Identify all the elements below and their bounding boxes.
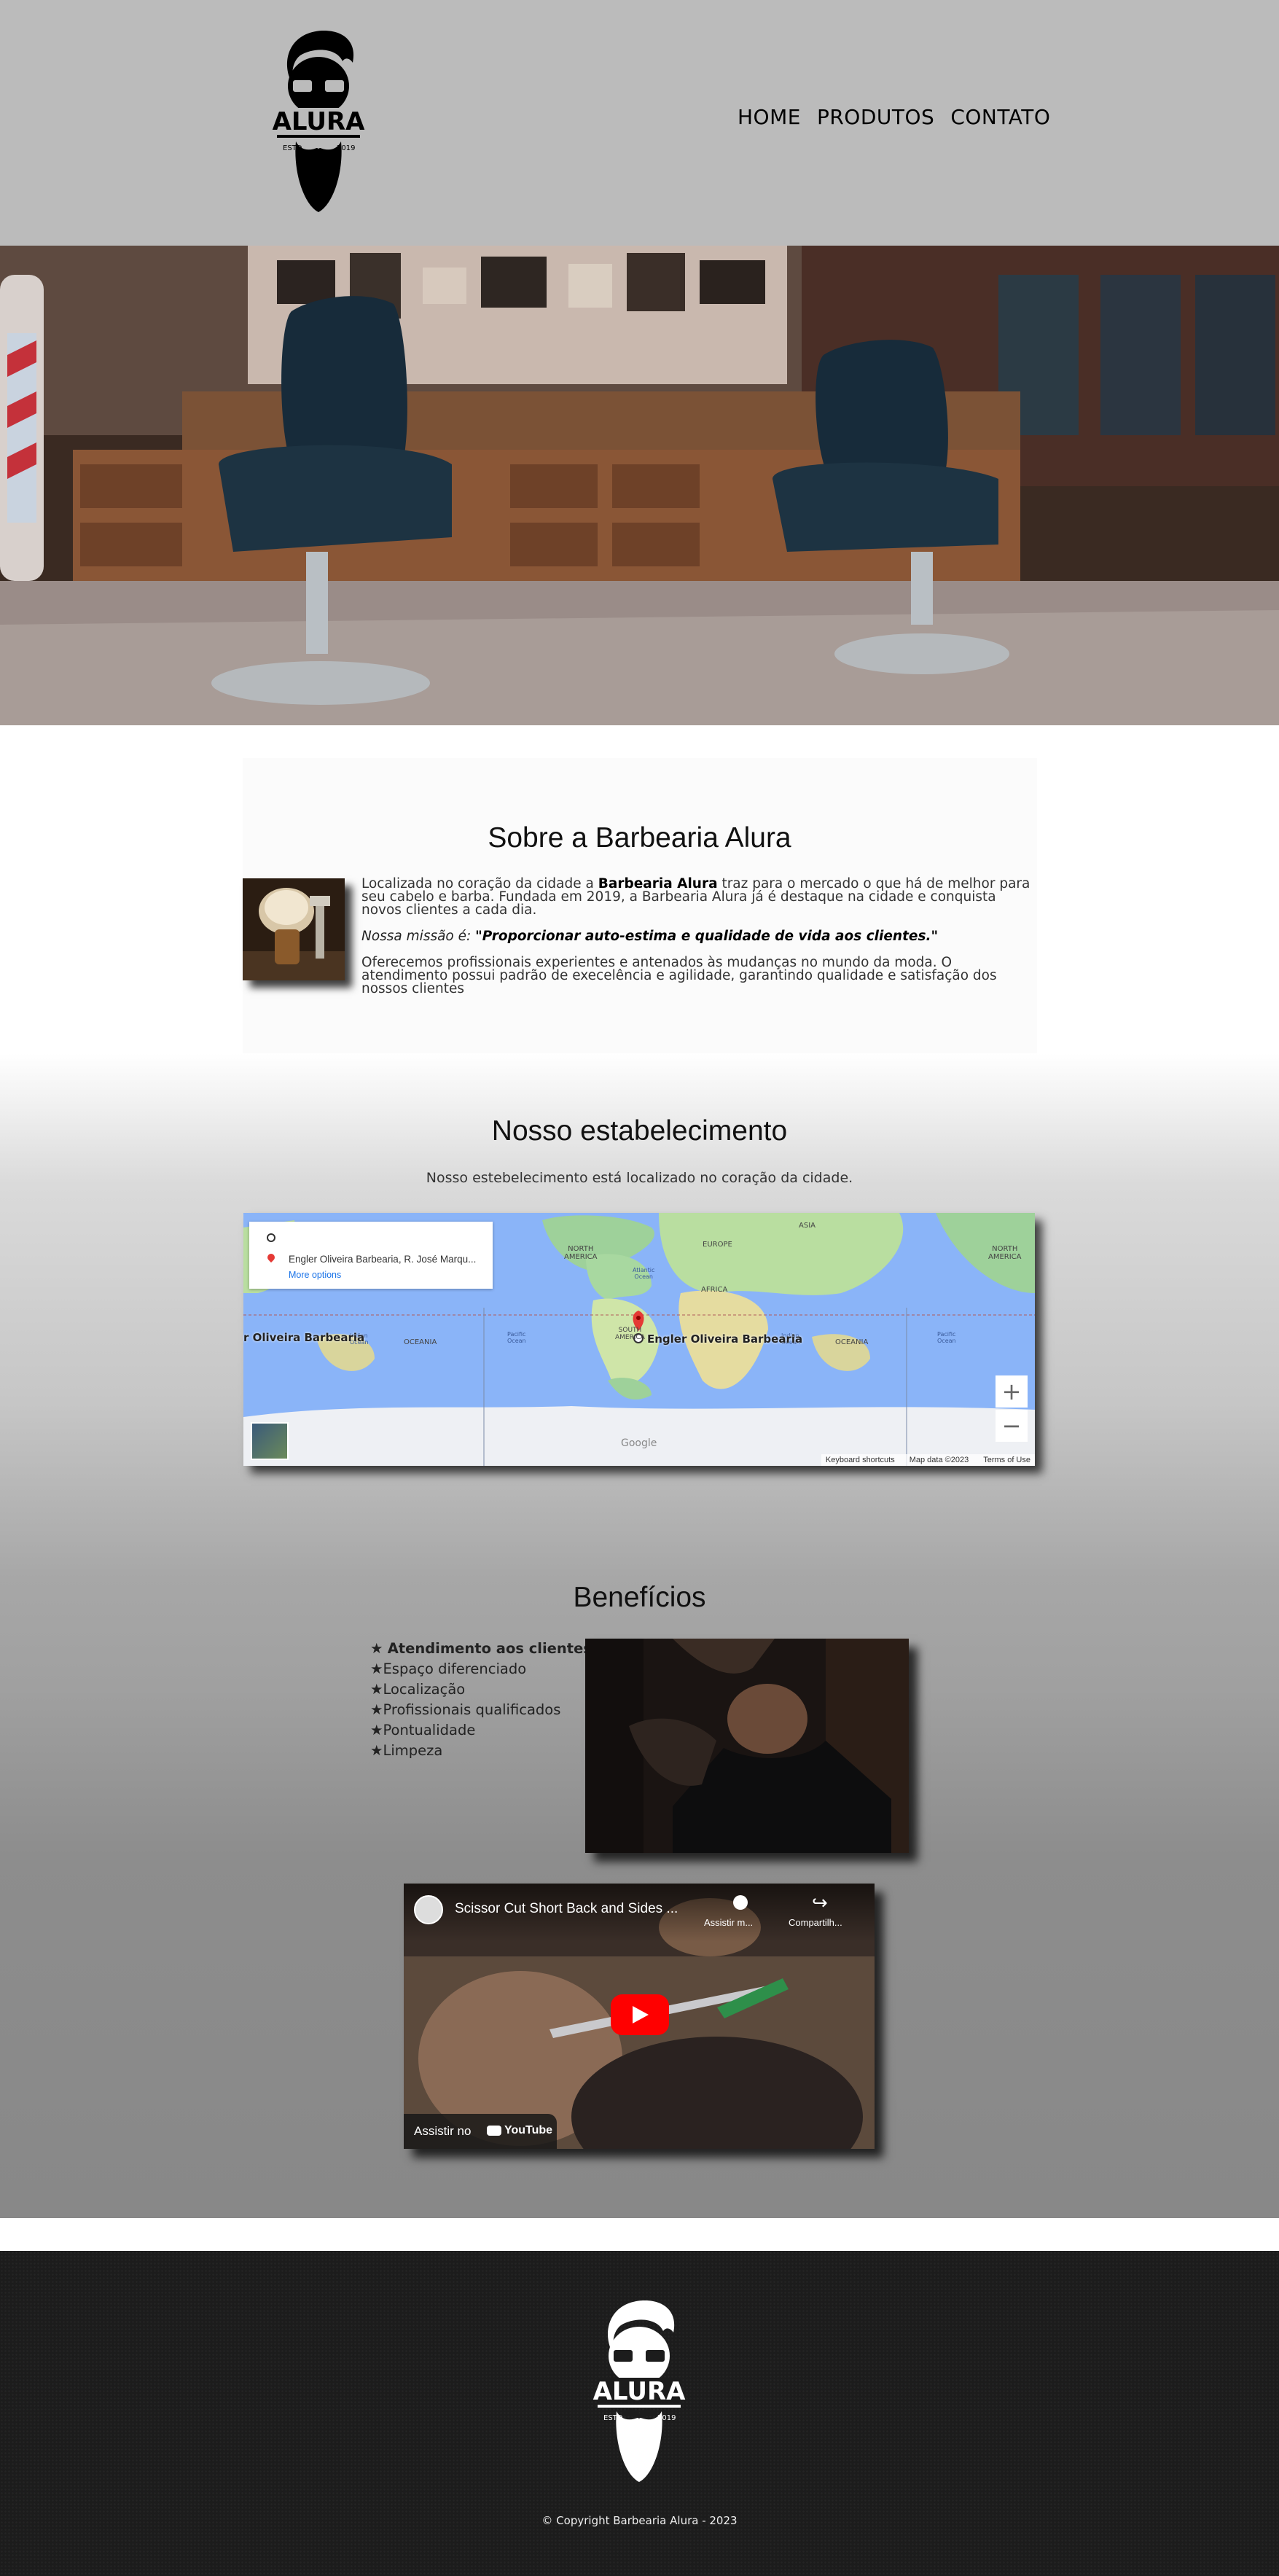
google-logo: Google xyxy=(621,1437,657,1449)
footer-copyright: © Copyright Barbearia Alura - 2023 xyxy=(541,2514,738,2527)
section-divider xyxy=(0,2218,1279,2251)
site-footer: ALURA ESTD 2019 xyxy=(0,2251,1279,2576)
play-button[interactable] xyxy=(611,1994,669,2035)
map-place-card: Engler Oliveira Barbearia, R. José Marqu… xyxy=(249,1222,493,1289)
channel-avatar[interactable] xyxy=(414,1895,443,1924)
map-label-oceania: OCEANIA xyxy=(404,1338,437,1346)
zoom-out-button[interactable]: − xyxy=(996,1410,1028,1442)
logo-brand-text: ALURA xyxy=(273,107,366,136)
map-data-text: Map data ©2023 xyxy=(909,1456,969,1464)
about-paragraph-3: Oferecemos profissionais experientes e a… xyxy=(361,955,997,996)
map-place-name: Engler Oliveira Barbearia, R. José Marqu… xyxy=(289,1254,477,1265)
star-icon: ★ xyxy=(370,1640,383,1657)
alura-logo[interactable]: ALURA ESTD 2019 xyxy=(264,26,373,216)
svg-text:ALURA: ALURA xyxy=(593,2377,687,2406)
list-item: ★Limpeza xyxy=(370,1742,443,1759)
youtube-wordmark: YouTube xyxy=(504,2124,553,2136)
about-paragraph-1: Localizada no coração da cidade a Barbea… xyxy=(361,876,1030,918)
benefits-list: ★ Atendimento aos clientes ★Espaço difer… xyxy=(370,1639,592,1761)
map-label-north-america: NORTH AMERICA xyxy=(564,1245,598,1261)
map-label-oceania-2: OCEANIA xyxy=(835,1338,869,1346)
map-label-south-america: SOUTH AMERICA xyxy=(615,1327,645,1341)
map-attribution-bar: Keyboard shortcuts Map data ©2023 Terms … xyxy=(821,1454,1035,1466)
hero-barbershop-image xyxy=(0,246,1279,725)
map-label-atlantic: Atlantic Ocean xyxy=(633,1267,655,1280)
map-more-options-link[interactable]: More options xyxy=(289,1270,341,1280)
establishment-subtitle: Nosso estebelecimento está localizado no… xyxy=(426,1170,853,1186)
nav-produtos[interactable]: PRODUTOS xyxy=(817,105,934,129)
clock-icon[interactable] xyxy=(733,1895,748,1910)
benefits-title: Benefícios xyxy=(573,1582,706,1613)
zoom-in-button[interactable]: + xyxy=(996,1375,1028,1408)
nav-contato[interactable]: CONTATO xyxy=(950,105,1050,129)
alura-logo-footer[interactable]: ALURA ESTD 2019 xyxy=(584,2296,694,2486)
about-title: Sobre a Barbearia Alura xyxy=(488,822,791,854)
map-satellite-toggle[interactable] xyxy=(251,1422,289,1460)
list-item: ★ Atendimento aos clientes xyxy=(370,1640,592,1657)
establishment-title: Nosso estabelecimento xyxy=(491,1115,788,1147)
site-header: ALURA ESTD 2019 HOME PRODUTOS CONTATO xyxy=(0,0,1279,246)
play-icon xyxy=(633,2006,649,2023)
map-label-pacific: Pacific Ocean xyxy=(507,1331,526,1344)
shaving-brush-image xyxy=(243,878,345,980)
star-icon: ★ xyxy=(370,1660,383,1677)
google-map[interactable]: NORTH AMERICA NORTH AMERICA EUROPE ASIA … xyxy=(243,1213,1035,1466)
terms-of-use-link[interactable]: Terms of Use xyxy=(983,1456,1030,1464)
youtube-video-embed[interactable]: Scissor Cut Short Back and Sides ... Ass… xyxy=(404,1884,875,2149)
star-icon: ★ xyxy=(370,1701,383,1718)
main-nav: HOME PRODUTOS CONTATO xyxy=(738,105,1050,129)
map-label-europe: EUROPE xyxy=(703,1241,732,1249)
map-label-north-america-2: NORTH AMERICA xyxy=(988,1245,1022,1261)
star-icon: ★ xyxy=(370,1722,383,1738)
beard-trim-image xyxy=(585,1639,909,1853)
youtube-logo-icon xyxy=(487,2126,501,2136)
list-item: ★Pontualidade xyxy=(370,1722,476,1738)
watch-later-label[interactable]: Assistir m... xyxy=(704,1917,753,1928)
nav-home[interactable]: HOME xyxy=(738,105,801,129)
list-item: ★Espaço diferenciado xyxy=(370,1660,527,1677)
map-label-africa: AFRICA xyxy=(701,1286,728,1294)
star-icon: ★ xyxy=(370,1681,383,1698)
map-label-pacific-2: Pacific Ocean xyxy=(937,1331,956,1344)
map-origin-icon xyxy=(267,1233,275,1242)
about-text: Localizada no coração da cidade a Barbea… xyxy=(361,876,1038,1009)
map-marker-label[interactable]: Engler Oliveira Barbearia xyxy=(647,1332,802,1346)
map-label-asia: ASIA xyxy=(799,1222,815,1230)
list-item: ★Profissionais qualificados xyxy=(370,1701,561,1718)
map-marker-label-left[interactable]: r Oliveira Barbearia xyxy=(243,1331,364,1344)
video-title[interactable]: Scissor Cut Short Back and Sides ... xyxy=(455,1901,678,1917)
watch-on-youtube-button[interactable]: Assistir no YouTube xyxy=(404,2114,557,2149)
star-icon: ★ xyxy=(370,1742,383,1759)
map-pin-icon xyxy=(265,1252,277,1263)
share-icon[interactable]: ↪ xyxy=(812,1892,828,1914)
list-item: ★Localização xyxy=(370,1681,466,1698)
share-label[interactable]: Compartilh... xyxy=(789,1917,842,1928)
about-mission: Nossa missão é: "Proporcionar auto-estim… xyxy=(361,929,939,944)
keyboard-shortcuts-link[interactable]: Keyboard shortcuts xyxy=(826,1456,895,1464)
